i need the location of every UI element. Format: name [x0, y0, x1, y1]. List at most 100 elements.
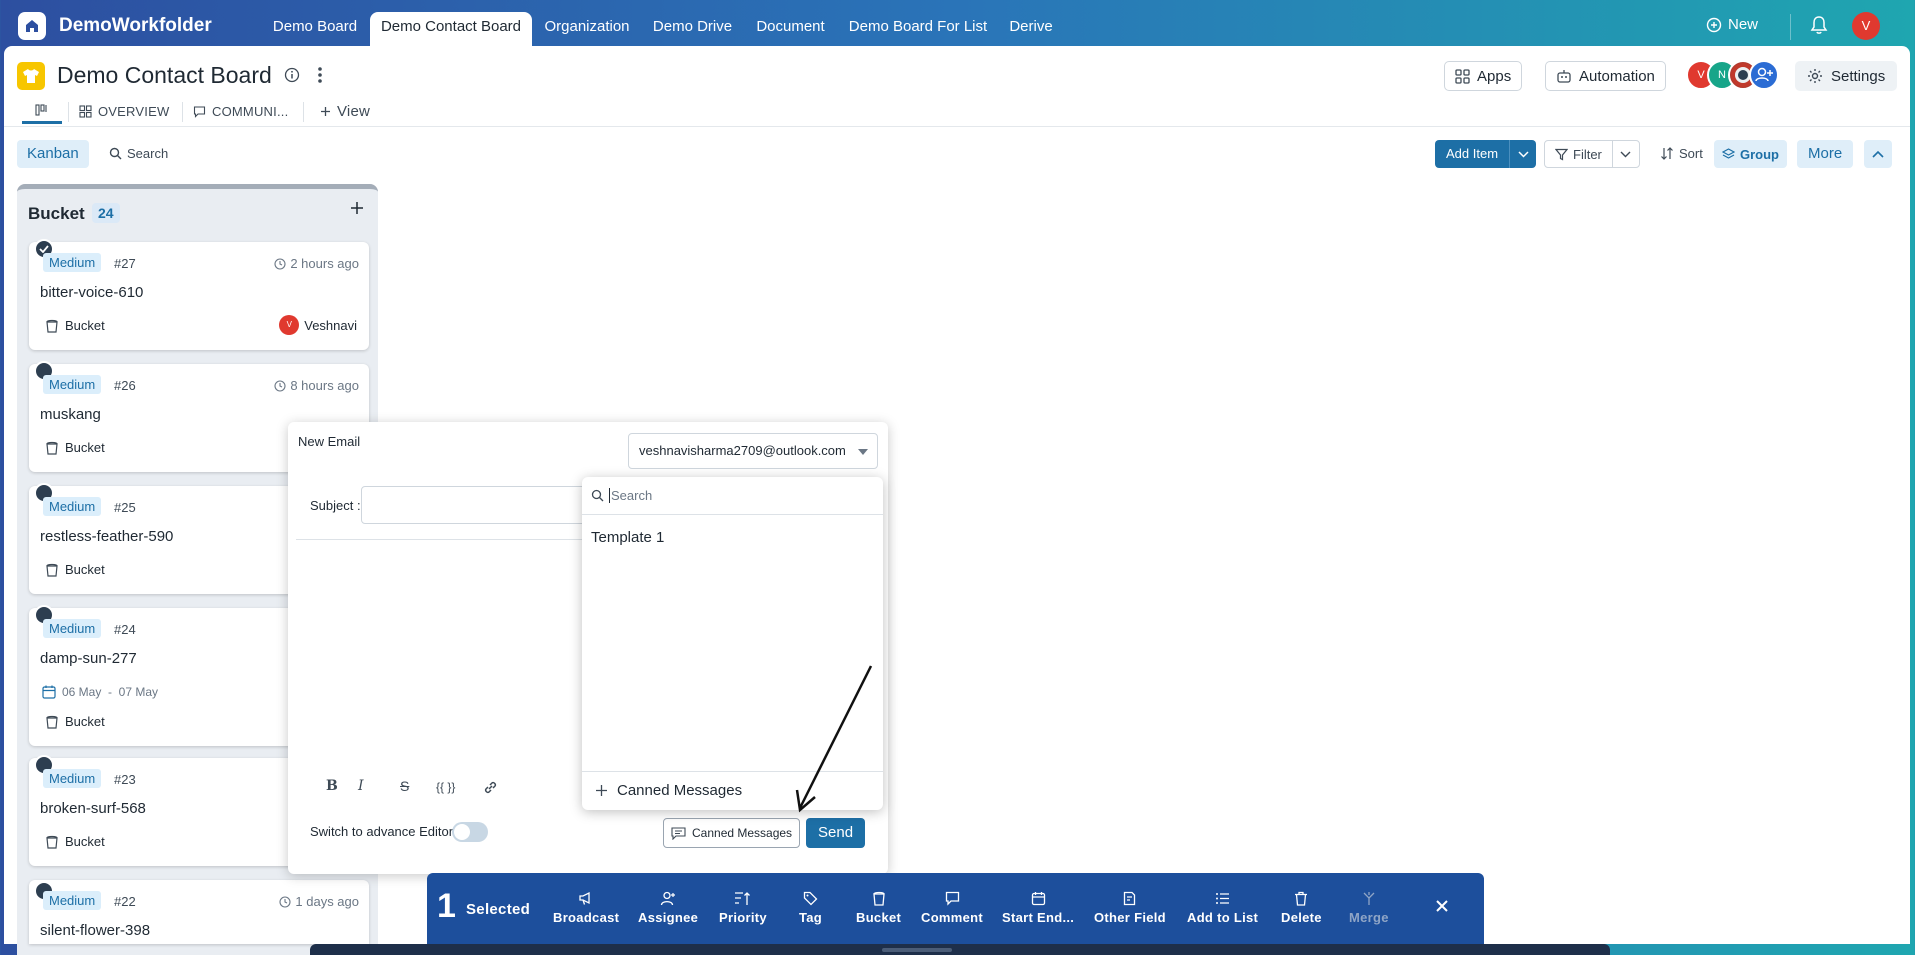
email-divider [296, 539, 596, 540]
board-menu-button[interactable] [317, 66, 323, 84]
home-button[interactable] [18, 12, 46, 40]
card-number: #26 [114, 378, 136, 393]
nav-tab-demo-contact-board[interactable]: Demo Contact Board [370, 12, 532, 46]
nav-tab-organization[interactable]: Organization [537, 12, 637, 46]
apps-button-label: Apps [1477, 67, 1512, 85]
merge-action[interactable]: Merge [1349, 891, 1389, 925]
collapse-button[interactable] [1864, 140, 1892, 168]
card-time-text: 1 days ago [295, 894, 359, 909]
group-button[interactable]: Group [1714, 140, 1787, 168]
chevron-up-icon [1872, 150, 1884, 158]
canned-search-input[interactable]: Search [582, 477, 883, 515]
edit-document-icon [1124, 891, 1136, 906]
priority-badge: Medium [43, 891, 102, 910]
user-avatar[interactable]: V [1852, 12, 1880, 40]
italic-button[interactable]: I [358, 778, 364, 794]
broadcast-action[interactable]: Broadcast [553, 891, 619, 925]
nav-tab-demo-board-for-list[interactable]: Demo Board For List [843, 12, 993, 46]
search-button[interactable]: Search [109, 146, 168, 161]
add-item-button[interactable]: Add Item [1435, 140, 1511, 168]
app-name: DemoWorkfolder [59, 15, 212, 36]
tag-label: Tag [799, 910, 823, 925]
clock-icon [274, 379, 286, 392]
kanban-card[interactable]: Medium #22 1 days ago silent-flower-398 [29, 880, 369, 944]
card-title: damp-sun-277 [40, 650, 137, 667]
plus-circle-icon [1706, 17, 1722, 32]
card-number: #24 [114, 622, 136, 637]
card-number: #22 [114, 894, 136, 909]
tab-communication[interactable]: COMMUNI... [193, 98, 288, 124]
comment-action[interactable]: Comment [921, 891, 983, 925]
priority-icon [734, 892, 750, 905]
settings-button[interactable]: Settings [1795, 61, 1898, 91]
apps-button[interactable]: Apps [1444, 61, 1523, 91]
add-user-icon [1755, 67, 1773, 82]
filter-button[interactable]: Filter [1545, 141, 1613, 167]
card-title: silent-flower-398 [40, 922, 151, 939]
add-canned-message-button[interactable]: Canned Messages [582, 771, 883, 809]
scroll-handle[interactable] [882, 948, 952, 952]
add-member-button[interactable] [1749, 60, 1779, 90]
bell-icon [1810, 16, 1828, 34]
canned-messages-button[interactable]: Canned Messages [663, 818, 801, 848]
add-view-button[interactable]: View [320, 98, 370, 124]
nav-tab-demo-board[interactable]: Demo Board [265, 12, 365, 46]
more-vertical-icon [318, 67, 322, 83]
advance-editor-toggle[interactable] [452, 822, 488, 842]
kanban-icon [35, 103, 47, 116]
tag-action[interactable]: Tag [799, 891, 822, 925]
automation-button[interactable]: Automation [1545, 61, 1666, 91]
search-button-label: Search [127, 146, 169, 161]
bucket-action[interactable]: Bucket [856, 891, 901, 925]
variable-button[interactable]: {{ }} [436, 780, 455, 794]
add-to-list-action[interactable]: Add to List [1187, 891, 1258, 925]
close-action-bar-button[interactable] [1435, 899, 1449, 913]
link-button[interactable] [482, 779, 499, 796]
bucket-icon [872, 891, 885, 906]
close-icon [1436, 900, 1448, 912]
card-bucket: Bucket [45, 318, 105, 333]
priority-action[interactable]: Priority [719, 891, 767, 925]
assignee-action[interactable]: Assignee [638, 891, 698, 925]
board-icon [17, 62, 45, 90]
nav-tab-document[interactable]: Document [748, 12, 833, 46]
card-time: 8 hours ago [274, 378, 359, 393]
start-end-action[interactable]: Start End... [1002, 891, 1074, 925]
send-button[interactable]: Send [806, 818, 866, 848]
add-card-button[interactable] [350, 201, 364, 215]
filter-dropdown[interactable] [1613, 141, 1639, 167]
add-item-dropdown[interactable] [1510, 140, 1536, 168]
shirt-icon [23, 69, 39, 83]
merge-label: Merge [1349, 910, 1389, 925]
more-button[interactable]: More [1797, 140, 1854, 168]
delete-action[interactable]: Delete [1281, 891, 1322, 925]
new-button[interactable]: New [1706, 16, 1758, 33]
canned-template-item[interactable]: Template 1 [591, 529, 664, 546]
kanban-card[interactable]: Medium #27 2 hours ago bitter-voice-610 … [29, 239, 369, 350]
card-title: muskang [40, 406, 101, 423]
delete-label: Delete [1281, 910, 1322, 925]
other-field-action[interactable]: Other Field [1094, 891, 1166, 925]
top-navigation: DemoWorkfolder Demo Board Demo Contact B… [0, 0, 1915, 46]
tab-overview[interactable]: OVERVIEW [79, 98, 169, 124]
chat-icon [193, 105, 206, 118]
from-address-select[interactable]: veshnavisharma2709@outlook.com [628, 433, 878, 469]
subject-input[interactable] [361, 486, 591, 524]
board-members[interactable]: V N [1686, 60, 1779, 90]
strikethrough-button[interactable]: S [400, 778, 409, 794]
notifications-button[interactable] [1810, 15, 1828, 35]
filter-button-group: Filter [1544, 140, 1640, 168]
tab-kanban-view[interactable] [22, 98, 62, 124]
bucket-icon [46, 319, 58, 333]
sort-button[interactable]: Sort [1660, 146, 1703, 161]
nav-tab-derive[interactable]: Derive [1000, 12, 1062, 46]
kanban-view-button[interactable]: Kanban [17, 140, 89, 168]
card-bucket: Bucket [45, 562, 105, 577]
chevron-down-icon [1518, 150, 1529, 158]
nav-tab-demo-drive[interactable]: Demo Drive [645, 12, 740, 46]
board-info-button[interactable] [284, 67, 300, 83]
canned-search-placeholder: Search [609, 488, 653, 503]
card-assignee[interactable]: V Veshnavi [279, 315, 357, 335]
bold-button[interactable]: B [326, 778, 338, 794]
checkmark-icon [39, 245, 49, 253]
